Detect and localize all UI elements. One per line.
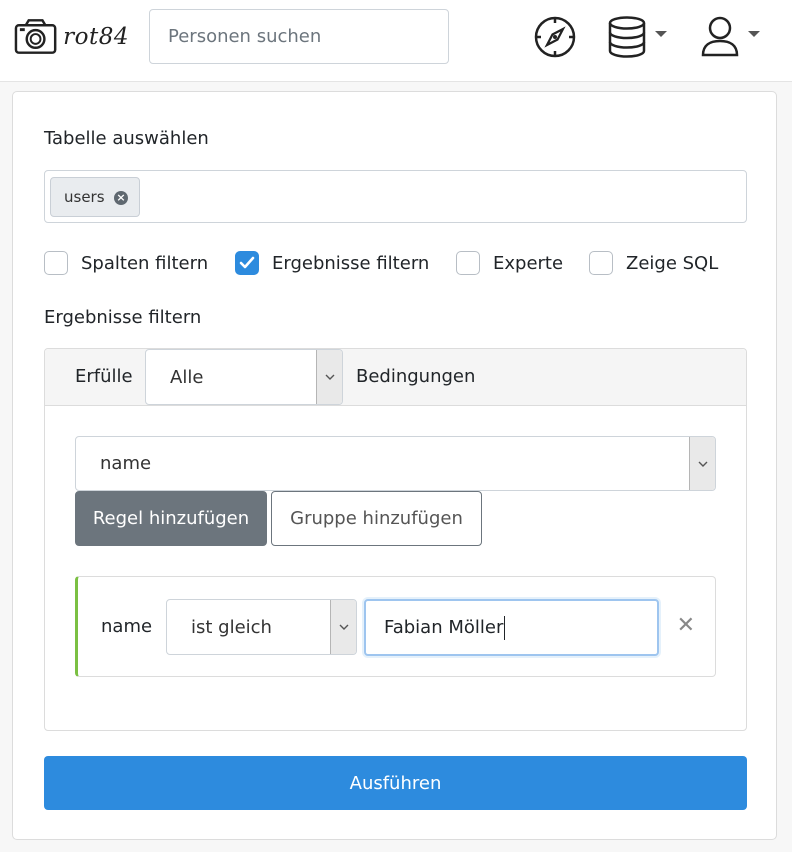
rule-operator-value: ist gleich (191, 617, 272, 638)
text-cursor (504, 615, 506, 640)
chevron-down-icon (689, 437, 715, 490)
field-select[interactable]: name (75, 436, 716, 491)
user-icon (701, 16, 739, 57)
selected-table-label: users (64, 188, 105, 206)
remove-tag-icon[interactable]: × (114, 191, 128, 205)
rule-value-text: Fabian Möller (384, 617, 504, 638)
compass-icon (534, 16, 576, 58)
option-checkboxes: Spalten filtern Ergebnisse filtern Exper… (44, 249, 754, 277)
condition-select[interactable]: Alle (145, 349, 343, 405)
condition-prefix: Erfülle (75, 366, 133, 387)
checkbox-experte[interactable]: Experte (456, 249, 563, 277)
checkbox-box[interactable] (44, 251, 68, 275)
explore-nav-button[interactable] (533, 14, 579, 60)
camera-icon (14, 19, 57, 54)
top-navbar: rot84 (0, 0, 792, 82)
chevron-down-icon (316, 350, 342, 404)
filter-section-label: Ergebnisse filtern (44, 307, 202, 328)
close-icon[interactable]: ✕ (677, 615, 695, 637)
chevron-down-icon (655, 31, 667, 37)
query-builder: Erfülle Alle Bedingungen name Regel hinz… (44, 348, 747, 731)
add-group-button[interactable]: Gruppe hinzufügen (271, 491, 482, 546)
query-builder-header: Erfülle Alle Bedingungen (45, 349, 746, 406)
database-menu-button[interactable] (607, 14, 677, 60)
chevron-down-icon (748, 31, 760, 37)
rule-field-label: name (101, 616, 153, 637)
checkbox-spalten-filtern[interactable]: Spalten filtern (44, 249, 208, 277)
person-search-input[interactable] (149, 9, 449, 64)
brand-name: rot84 (63, 24, 129, 50)
rule-operator-select[interactable]: ist gleich (166, 599, 357, 655)
condition-suffix: Bedingungen (356, 366, 476, 387)
checkbox-ergebnisse-filtern[interactable]: Ergebnisse filtern (235, 249, 429, 277)
user-menu-button[interactable] (700, 14, 770, 60)
check-icon (239, 256, 255, 269)
checkbox-zeige-sql[interactable]: Zeige SQL (589, 249, 718, 277)
run-query-button[interactable]: Ausführen (44, 756, 747, 810)
selected-table-tag: users × (50, 177, 140, 217)
checkbox-label: Zeige SQL (626, 252, 719, 274)
condition-select-value: Alle (170, 367, 204, 388)
table-select-input[interactable]: users × (44, 170, 747, 223)
checkbox-label: Experte (493, 252, 564, 274)
checkbox-box[interactable] (235, 251, 259, 275)
brand-logo[interactable]: rot84 (14, 16, 129, 58)
filter-rule: name ist gleich Fabian Möller ✕ (75, 576, 716, 677)
checkbox-box[interactable] (456, 251, 480, 275)
add-rule-button[interactable]: Regel hinzufügen (75, 491, 267, 546)
field-select-value: name (100, 453, 152, 474)
checkbox-box[interactable] (589, 251, 613, 275)
rule-value-input[interactable]: Fabian Möller (364, 599, 659, 656)
query-form-card: Tabelle auswählen users × Spalten filter… (12, 91, 777, 840)
checkbox-label: Ergebnisse filtern (272, 252, 430, 274)
chevron-down-icon (330, 600, 356, 654)
table-select-label: Tabelle auswählen (44, 128, 209, 149)
checkbox-label: Spalten filtern (81, 252, 209, 274)
database-icon (608, 16, 646, 58)
